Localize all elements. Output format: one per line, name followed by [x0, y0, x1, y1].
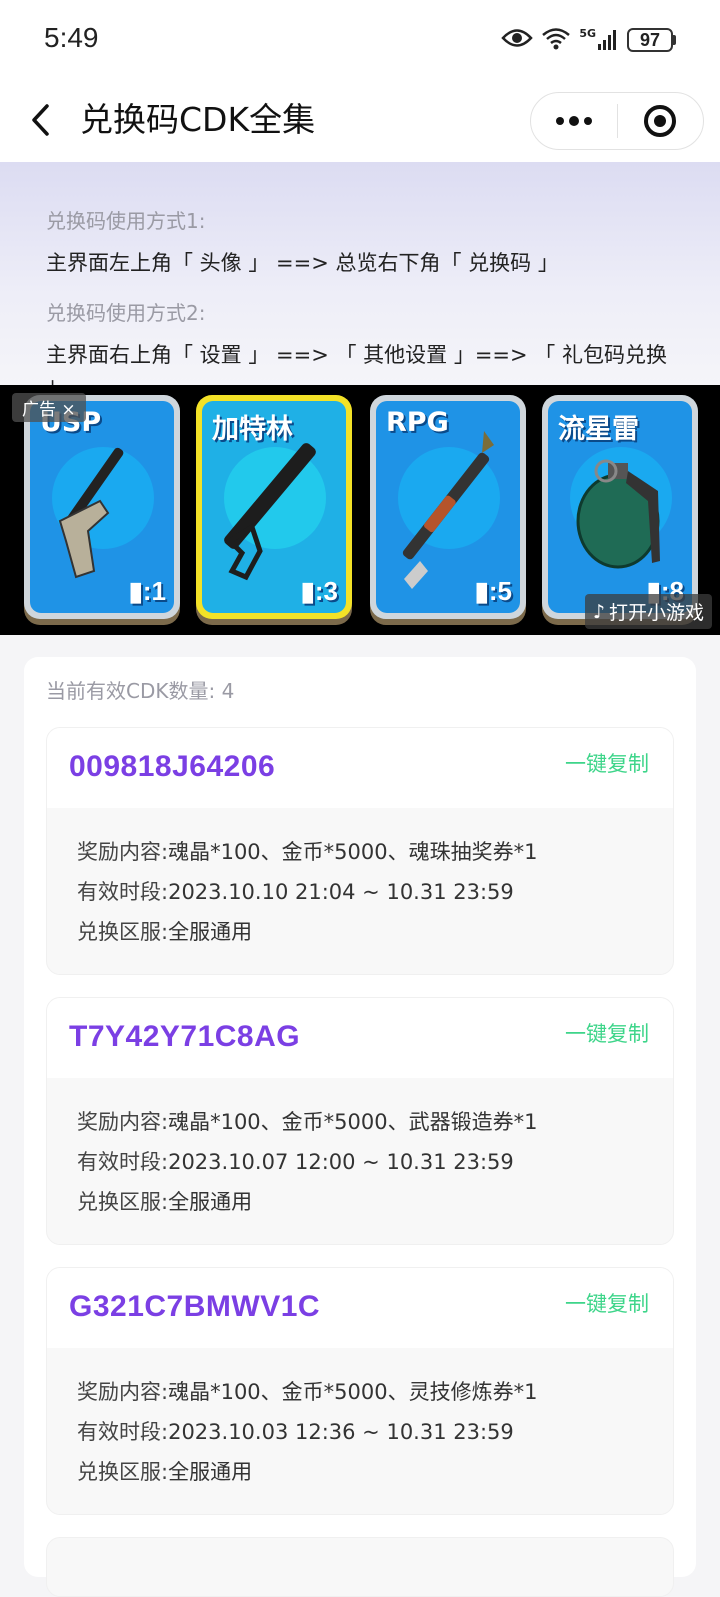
back-button[interactable]: [20, 98, 60, 142]
weapon-name: RPG: [386, 407, 449, 438]
page-title: 兑换码CDK全集: [80, 100, 316, 139]
status-time: 5:49: [44, 22, 99, 53]
server-line: 兑换区服:全服通用: [77, 1460, 253, 1484]
more-dots-icon: [555, 116, 592, 126]
weapon-card-grenade[interactable]: 流星雷 ▮:8: [542, 395, 698, 619]
cdk-card-partial: [46, 1537, 674, 1597]
usage-instructions: 兑换码使用方式1: 主界面左上角「 头像 」 ==> 总览右下角「 兑换码 」 …: [0, 162, 720, 397]
weapon-count: ▮:3: [300, 576, 338, 606]
copy-button[interactable]: 一键复制: [565, 748, 649, 778]
battery-level: 97: [627, 28, 673, 52]
close-button[interactable]: [618, 93, 704, 149]
wifi-icon: [541, 26, 571, 54]
ad-banner[interactable]: 广告 × USP ▮:1 加特林 ▮:3 RPG ▮:5 流星雷 ▮:8 ♪ 打…: [0, 385, 720, 635]
music-note-icon: ♪: [592, 600, 605, 623]
eye-icon: [501, 27, 534, 53]
copy-button[interactable]: 一键复制: [565, 1288, 649, 1318]
battery-icon: 97: [627, 28, 676, 52]
weapon-count: ▮:5: [474, 576, 512, 606]
cdk-panel: 当前有效CDK数量: 4 009818J64206 一键复制 奖励内容:魂晶*1…: [24, 657, 696, 1597]
close-target-icon: [644, 105, 677, 137]
cdk-code: 009818J64206: [69, 750, 276, 783]
status-bar: 5:49 5G 97: [0, 0, 720, 80]
network-label: 5G: [579, 27, 596, 40]
period-line: 有效时段:2023.10.03 12:36 ~ 10.31 23:59: [77, 1420, 514, 1444]
cdk-card: T7Y42Y71C8AG 一键复制 奖励内容:魂晶*100、金币*5000、武器…: [46, 997, 674, 1245]
weapon-name: 加特林: [212, 414, 293, 445]
reward-line: 奖励内容:魂晶*100、金币*5000、魂珠抽奖券*1: [77, 840, 538, 864]
mini-program-capsule: [530, 92, 704, 150]
reward-line: 奖励内容:魂晶*100、金币*5000、武器锻造券*1: [77, 1110, 538, 1134]
copy-button[interactable]: 一键复制: [565, 1018, 649, 1048]
open-game-label: 打开小游戏: [608, 602, 704, 624]
server-line: 兑换区服:全服通用: [77, 1190, 253, 1214]
more-button[interactable]: [531, 93, 617, 149]
cdk-card: G321C7BMWV1C 一键复制 奖励内容:魂晶*100、金币*5000、灵技…: [46, 1267, 674, 1515]
cdk-count: 当前有效CDK数量: 4: [46, 679, 235, 703]
weapon-name: 流星雷: [558, 414, 639, 445]
status-icons: 5G 97: [501, 24, 676, 56]
weapon-card-usp[interactable]: USP ▮:1: [24, 395, 180, 619]
weapon-count: ▮:1: [128, 576, 166, 606]
back-chevron-icon: [32, 104, 49, 136]
period-line: 有效时段:2023.10.07 12:00 ~ 10.31 23:59: [77, 1150, 514, 1174]
period-line: 有效时段:2023.10.10 21:04 ~ 10.31 23:59: [77, 880, 514, 904]
method1-text: 主界面左上角「 头像 」 ==> 总览右下角「 兑换码 」: [46, 251, 559, 275]
nav-bar: 兑换码CDK全集: [0, 80, 720, 162]
method2-label: 兑换码使用方式2:: [46, 301, 206, 325]
cdk-code: G321C7BMWV1C: [69, 1290, 321, 1323]
cdk-code: T7Y42Y71C8AG: [69, 1020, 301, 1053]
server-line: 兑换区服:全服通用: [77, 920, 253, 944]
ad-tag[interactable]: 广告 ×: [12, 393, 86, 422]
cdk-card: 009818J64206 一键复制 奖励内容:魂晶*100、金币*5000、魂珠…: [46, 727, 674, 975]
method1-label: 兑换码使用方式1:: [46, 209, 206, 233]
reward-line: 奖励内容:魂晶*100、金币*5000、灵技修炼券*1: [77, 1380, 538, 1404]
open-mini-game-button[interactable]: ♪ 打开小游戏: [584, 594, 712, 629]
signal-icon: 5G: [579, 28, 619, 52]
weapon-card-rpg[interactable]: RPG ▮:5: [370, 395, 526, 619]
weapon-card-gatling[interactable]: 加特林 ▮:3: [196, 395, 352, 619]
